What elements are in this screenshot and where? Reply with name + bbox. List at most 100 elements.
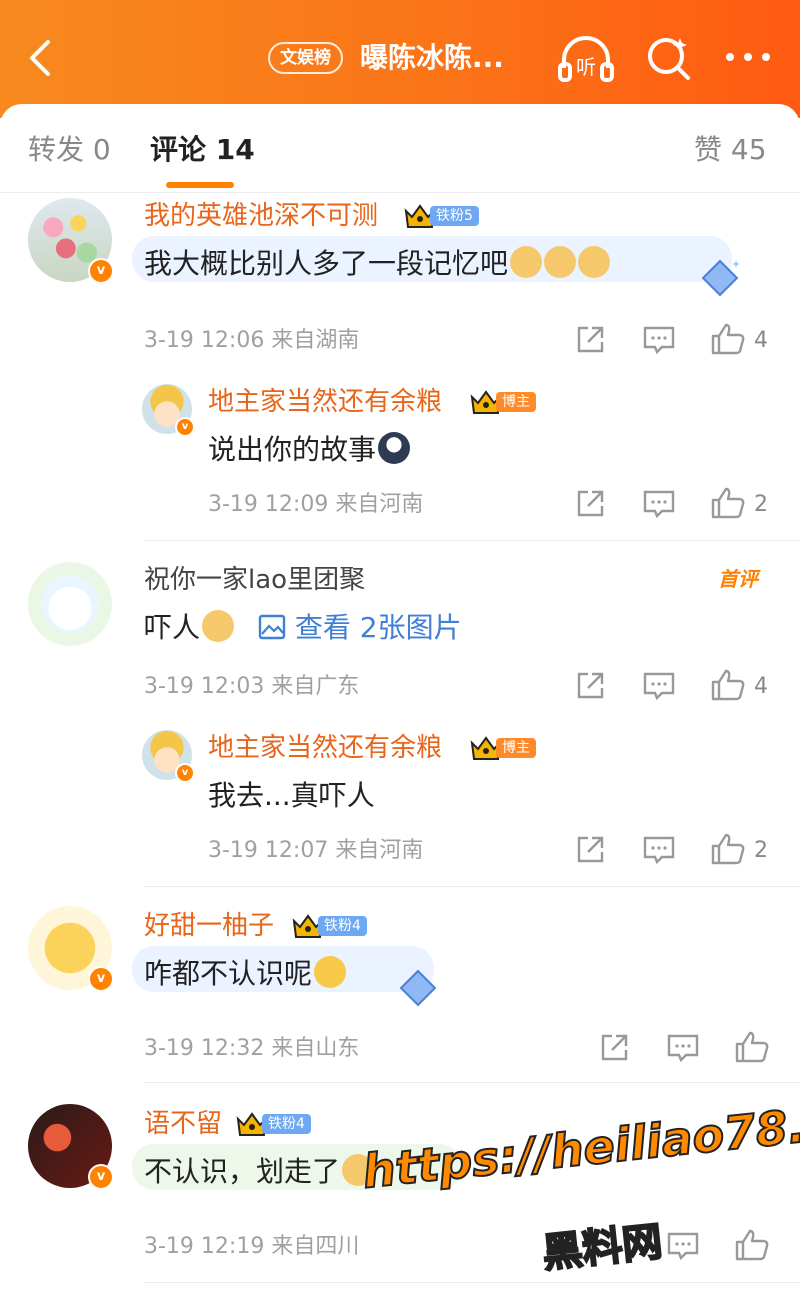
- divider: [144, 1082, 800, 1083]
- more-button[interactable]: [722, 40, 776, 74]
- comment-username[interactable]: 我的英雄池深不可测: [144, 198, 378, 234]
- avatar[interactable]: v: [28, 198, 114, 284]
- svg-text:听: 听: [576, 55, 596, 79]
- fan-level-badge: 铁粉4: [262, 1114, 311, 1134]
- comment-icon: [667, 1232, 699, 1261]
- divider: [144, 540, 800, 541]
- comment-button[interactable]: [666, 1230, 700, 1262]
- search-icon: [648, 38, 690, 80]
- host-badge: 博主: [496, 392, 536, 412]
- share-icon: [577, 672, 604, 699]
- doge-emoji-icon: [578, 246, 611, 278]
- comment-meta: 3-19 12:19 来自四川: [144, 1234, 360, 1259]
- comment-meta: 3-19 12:03 来自广东: [144, 674, 360, 699]
- rank-badge: 铁粉4: [292, 913, 382, 939]
- like-count: 4: [754, 674, 768, 699]
- comment-button[interactable]: [666, 1032, 700, 1064]
- comment-username[interactable]: 语不留: [144, 1106, 222, 1142]
- listen-button[interactable]: 听: [556, 32, 616, 86]
- first-comment-tag: 首评: [718, 567, 758, 591]
- reply-meta: 3-19 12:09 来自河南: [208, 492, 424, 517]
- doge-emoji-icon: [510, 246, 543, 278]
- like-button[interactable]: [710, 668, 746, 702]
- like-button[interactable]: [734, 1228, 770, 1262]
- chevron-left-icon: [30, 40, 50, 76]
- page-title: 曝陈冰陈...: [360, 41, 504, 74]
- comment-button[interactable]: [642, 324, 676, 356]
- verified-badge-icon: v: [175, 763, 195, 783]
- fan-level-badge: 铁粉5: [430, 206, 479, 226]
- doge-emoji-icon: [342, 1154, 375, 1186]
- top-bar: 文娱榜 曝陈冰陈... 听: [0, 0, 800, 118]
- tab-repost[interactable]: 转发 0: [28, 130, 111, 170]
- comment-username[interactable]: 祝你一家lao里团聚: [144, 562, 365, 598]
- reply-text: 我去...真吓人: [208, 779, 375, 812]
- comment-icon: [643, 836, 675, 865]
- laugh-cry-emoji-icon: [314, 956, 347, 988]
- reply-text: 说出你的故事: [208, 430, 411, 470]
- like-button[interactable]: [710, 322, 746, 356]
- like-count: 2: [754, 838, 768, 863]
- back-button[interactable]: [22, 36, 62, 80]
- share-button[interactable]: [574, 670, 606, 702]
- like-button[interactable]: [734, 1030, 770, 1064]
- share-icon: [577, 836, 604, 863]
- share-button[interactable]: [598, 1032, 630, 1064]
- avatar[interactable]: v: [28, 1104, 114, 1190]
- avatar[interactable]: v: [142, 384, 195, 437]
- thumbs-up-icon: [735, 1229, 769, 1261]
- rank-badge: 博主: [470, 389, 550, 415]
- more-dots-icon: [726, 53, 770, 61]
- tab-likes[interactable]: 赞 45: [694, 130, 767, 170]
- verified-badge-icon: v: [175, 417, 195, 437]
- like-button[interactable]: [710, 486, 746, 520]
- comment-icon: [643, 672, 675, 701]
- like-count: 2: [754, 492, 768, 517]
- search-button[interactable]: [642, 32, 696, 86]
- verified-badge-icon: v: [88, 1164, 114, 1190]
- headphones-icon: 听: [558, 36, 614, 82]
- divider: [144, 1282, 800, 1283]
- husky-emoji-icon: [378, 432, 411, 464]
- comment-icon: [643, 490, 675, 519]
- avatar[interactable]: [28, 562, 112, 646]
- thumbs-up-icon: [711, 669, 745, 701]
- image-icon: [258, 614, 286, 640]
- comment-meta: 3-19 12:32 来自山东: [144, 1036, 360, 1061]
- divider: [144, 886, 800, 887]
- reply-username[interactable]: 地主家当然还有余粮: [208, 730, 442, 766]
- thumbs-up-icon: [711, 323, 745, 355]
- diamond-decoration-icon: [701, 259, 740, 297]
- thumbs-up-icon: [711, 487, 745, 519]
- comment-button[interactable]: [642, 834, 676, 866]
- fan-level-badge: 铁粉4: [318, 916, 367, 936]
- view-images-link[interactable]: 查看 2张图片: [258, 608, 462, 648]
- host-badge: 博主: [496, 738, 536, 758]
- comment-button[interactable]: [642, 670, 676, 702]
- reply-username[interactable]: 地主家当然还有余粮: [208, 384, 442, 420]
- avatar[interactable]: v: [142, 730, 195, 783]
- comment-button[interactable]: [642, 488, 676, 520]
- share-icon: [577, 490, 604, 517]
- topic-badge[interactable]: 文娱榜: [268, 42, 343, 74]
- verified-badge-icon: v: [88, 258, 114, 284]
- comment-meta: 3-19 12:06 来自湖南: [144, 328, 360, 353]
- avatar[interactable]: v: [28, 906, 114, 992]
- reply-meta: 3-19 12:07 来自河南: [208, 838, 424, 863]
- comment-icon: [643, 326, 675, 355]
- share-icon: [601, 1034, 628, 1061]
- active-tab-indicator: [166, 182, 234, 188]
- like-count: 4: [754, 328, 768, 353]
- share-button[interactable]: [574, 488, 606, 520]
- like-button[interactable]: [710, 832, 746, 866]
- rank-badge: 博主: [470, 735, 550, 761]
- diamond-decoration-icon: [399, 969, 437, 1007]
- thumbs-up-icon: [711, 833, 745, 865]
- comment-icon: [667, 1034, 699, 1063]
- share-button[interactable]: [574, 834, 606, 866]
- divider: [0, 192, 800, 193]
- comment-text: 吓人: [144, 608, 235, 648]
- comment-username[interactable]: 好甜一柚子: [144, 908, 274, 944]
- share-button[interactable]: [574, 324, 606, 356]
- tab-comments[interactable]: 评论 14: [150, 130, 255, 170]
